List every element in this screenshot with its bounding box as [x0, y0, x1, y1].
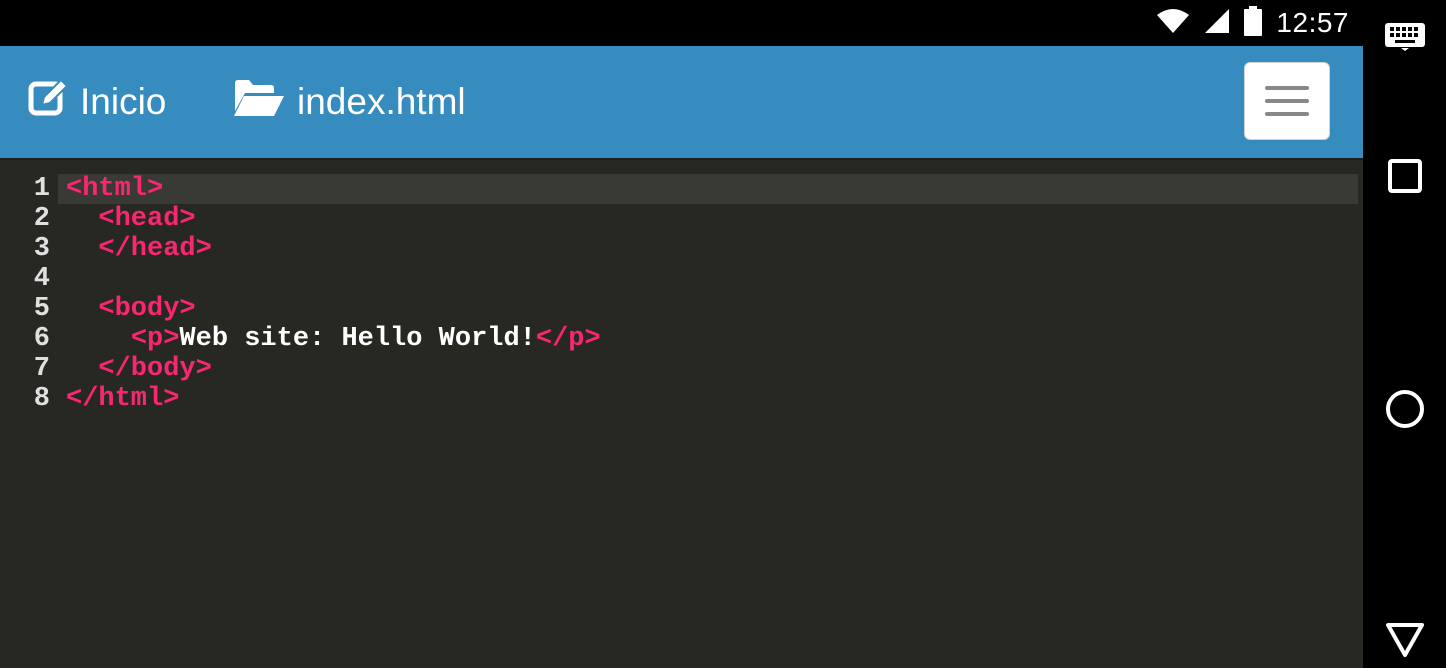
- code-line[interactable]: 1 <html>: [0, 174, 1363, 204]
- app-header: Inicio index.html: [0, 46, 1363, 160]
- hamburger-menu-icon: [1265, 99, 1309, 103]
- active-line-highlight: [58, 174, 1358, 204]
- code-editor[interactable]: 1 <html> 2 <head> 3 </head> 4 5 <body> 6 <p>We…: [0, 174, 1363, 414]
- html-tag-token: </p>: [535, 324, 601, 354]
- keyboard-icon[interactable]: [1363, 20, 1446, 54]
- code-line[interactable]: 7 </body>: [0, 354, 1363, 384]
- line-number: 6: [33, 324, 50, 354]
- line-code: </body>: [66, 354, 212, 384]
- edit-icon: [28, 78, 69, 127]
- line-number: 3: [33, 234, 50, 264]
- home-icon[interactable]: [1363, 388, 1446, 430]
- html-tag-token: </head>: [98, 234, 212, 264]
- line-code: <head>: [66, 204, 196, 234]
- file-label: index.html: [297, 81, 466, 122]
- text-token: Web site: Hello World!: [179, 324, 536, 354]
- code-line[interactable]: 6 <p>Web site: Hello World!</p>: [0, 324, 1363, 354]
- line-number: 7: [33, 354, 50, 384]
- system-nav-bar: [1363, 0, 1446, 668]
- status-clock: 12:57: [1276, 7, 1349, 38]
- line-code: </head>: [66, 234, 212, 264]
- line-number: 2: [33, 204, 50, 234]
- html-tag-token: <body>: [98, 294, 196, 324]
- line-code: </html>: [66, 384, 179, 414]
- html-tag-token: <head>: [98, 204, 196, 234]
- line-number: 4: [33, 264, 50, 294]
- html-tag-token: </body>: [98, 354, 212, 384]
- line-code: <html>: [66, 174, 163, 204]
- folder-open-icon: [233, 79, 285, 126]
- status-bar: 12:57: [0, 0, 1363, 46]
- status-icons: 12:57: [1156, 0, 1349, 46]
- line-code: <body>: [66, 294, 196, 324]
- menu-button[interactable]: [1244, 62, 1330, 140]
- code-line[interactable]: 4: [0, 264, 1363, 294]
- line-number: 1: [33, 174, 50, 204]
- code-line[interactable]: 2 <head>: [0, 204, 1363, 234]
- home-label: Inicio: [80, 81, 167, 122]
- wifi-icon: [1156, 8, 1190, 39]
- back-icon[interactable]: [1363, 620, 1446, 660]
- line-number: 8: [33, 384, 50, 414]
- hamburger-menu-icon: [1265, 112, 1309, 116]
- html-tag-token: <html>: [66, 174, 164, 204]
- signal-icon: [1204, 8, 1230, 39]
- hamburger-menu-icon: [1265, 86, 1309, 90]
- code-line[interactable]: 5 <body>: [0, 294, 1363, 324]
- home-link[interactable]: Inicio: [28, 46, 166, 158]
- file-link[interactable]: index.html: [233, 46, 466, 158]
- code-line[interactable]: 8 </html>: [0, 384, 1363, 414]
- line-number: 5: [33, 294, 50, 324]
- html-tag-token: <p>: [130, 324, 180, 354]
- line-code: <p>Web site: Hello World!</p>: [66, 324, 601, 354]
- code-line[interactable]: 3 </head>: [0, 234, 1363, 264]
- app-screen: 12:57 Inicio index.html 1 <html> 2 <head…: [0, 0, 1363, 668]
- recents-icon[interactable]: [1363, 158, 1446, 194]
- battery-icon: [1244, 5, 1263, 41]
- html-tag-token: </html>: [66, 384, 180, 414]
